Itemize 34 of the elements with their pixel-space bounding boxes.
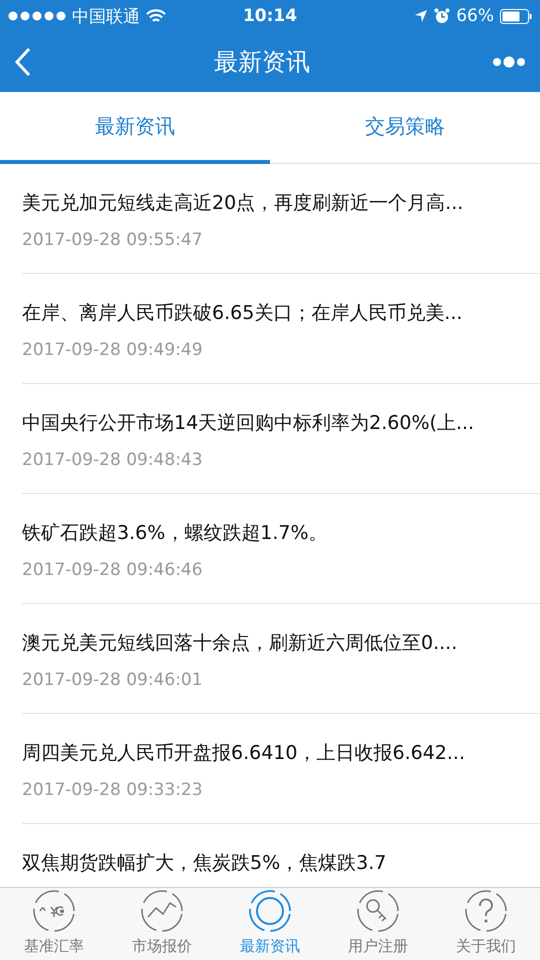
back-icon[interactable] — [14, 47, 32, 77]
key-icon — [356, 889, 400, 933]
news-headline[interactable]: 在岸、离岸人民币跌破6.65关口；在岸人民币兑美... — [22, 300, 462, 326]
news-time: 2017-09-28 09:55:47 — [22, 230, 203, 250]
more-icon[interactable] — [492, 56, 526, 68]
alarm-icon — [434, 8, 450, 24]
news-time: 2017-09-28 09:33:23 — [22, 780, 203, 800]
clock: 10:14 — [242, 6, 298, 26]
help-icon — [464, 889, 508, 933]
news-time: 2017-09-28 09:46:46 — [22, 560, 203, 580]
news-time: 2017-09-28 09:48:43 — [22, 450, 203, 470]
news-time: 2017-09-28 09:46:01 — [22, 670, 203, 690]
news-headline[interactable]: 铁矿石跌超3.6%，螺纹跌超1.7%。 — [22, 520, 328, 546]
tab-bar-item[interactable]: 市场报价 — [108, 888, 216, 960]
ring-icon — [248, 889, 292, 933]
tab[interactable]: 最新资讯 — [0, 92, 270, 164]
battery-percent: 66% — [456, 6, 494, 26]
tab-bar-item[interactable]: 基准汇率 — [0, 888, 108, 960]
line-chart-icon — [140, 889, 184, 933]
signal-icon — [8, 10, 66, 22]
tab-bar-item[interactable]: 用户注册 — [324, 888, 432, 960]
news-headline[interactable]: 美元兑加元短线走高近20点，再度刷新近一个月高... — [22, 190, 464, 216]
news-time: 2017-09-28 09:49:49 — [22, 340, 203, 360]
location-icon — [414, 9, 428, 23]
page-title: 最新资讯 — [214, 47, 310, 78]
news-headline[interactable]: 周四美元兑人民币开盘报6.6410，上日收报6.642... — [22, 740, 465, 766]
battery-icon — [500, 8, 532, 24]
tab[interactable]: 交易策略 — [270, 92, 540, 164]
tab-bar-item[interactable]: 关于我们 — [432, 888, 540, 960]
news-headline[interactable]: 双焦期货跌幅扩大，焦炭跌5%，焦煤跌3.7 — [22, 850, 386, 876]
carrier-name: 中国联通 — [72, 6, 140, 28]
news-headline[interactable]: 澳元兑美元短线回落十余点，刷新近六周低位至0.... — [22, 630, 458, 656]
wifi-icon — [146, 8, 166, 24]
news-headline[interactable]: 中国央行公开市场14天逆回购中标利率为2.60%(上... — [22, 410, 474, 436]
